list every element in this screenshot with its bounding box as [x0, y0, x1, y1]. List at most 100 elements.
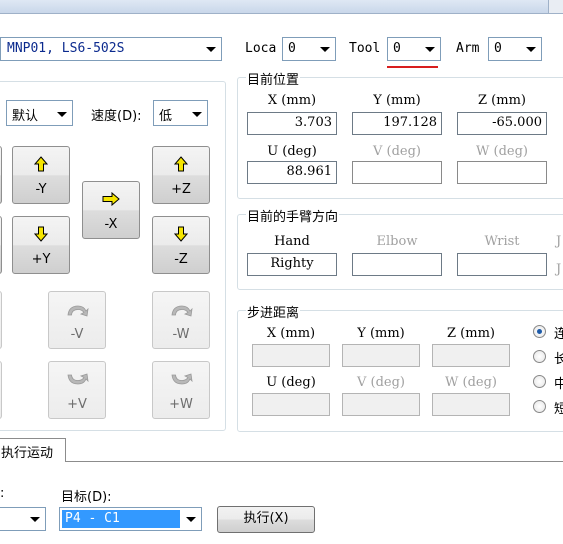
chevron-down-icon [57, 112, 67, 117]
step-u-input [252, 393, 330, 416]
robot-select-value: MNP01, LS6-502S [7, 41, 125, 56]
step-z-header: Z (mm) [447, 326, 495, 341]
arrow-up-icon [174, 156, 188, 172]
source-select[interactable] [0, 507, 46, 531]
arm-orientation-title: 目前的手臂方向 [246, 206, 340, 225]
cur-u-header: U (deg) [267, 144, 317, 159]
arm-select[interactable]: 0 [488, 37, 542, 61]
window-corner [548, 0, 563, 13]
execute-button[interactable]: 执行(X) [217, 506, 315, 533]
cur-y-header: Y (mm) [373, 93, 421, 108]
arm-label: Arm [456, 41, 480, 56]
arrow-down-icon [174, 226, 188, 242]
minus-w-label: -W [172, 327, 190, 342]
step-radio-medium-label: 中 [554, 377, 563, 392]
execute-button-label: 执行(X) [243, 511, 289, 526]
step-y-header: Y (mm) [357, 326, 405, 341]
cur-y-value: 197.128 [352, 112, 442, 135]
minus-v-label: -V [70, 327, 84, 342]
chevron-down-icon [206, 47, 216, 52]
minus-x-label: -X [104, 217, 118, 232]
cur-z-value: -65.000 [457, 112, 547, 135]
plus-z-label: +Z [171, 182, 191, 197]
minus-v-button: -V [48, 291, 106, 349]
source-label: : [0, 486, 5, 501]
local-select[interactable]: 0 [282, 37, 336, 61]
jog-button-partial[interactable] [0, 216, 2, 274]
speed-select[interactable]: 低 [153, 100, 208, 126]
step-radio-long-label: 长 [554, 352, 563, 367]
chevron-down-icon [526, 47, 536, 52]
plus-y-label: +Y [31, 252, 51, 267]
jog-mode-value: 默认 [12, 109, 39, 124]
step-radio-medium[interactable] [533, 375, 546, 388]
step-v-header: V (deg) [356, 375, 405, 390]
rotate-ccw-icon [67, 305, 89, 317]
wrist-header: Wrist [484, 234, 520, 249]
plus-y-button[interactable]: +Y [12, 216, 70, 274]
hand-header: Hand [274, 234, 310, 249]
arm-select-value: 0 [494, 41, 502, 56]
minus-z-button[interactable]: -Z [152, 216, 210, 274]
j-label-2: J [556, 262, 562, 277]
jog-mode-select[interactable]: 默认 [6, 100, 73, 126]
target-select[interactable]: P4 - C1 [59, 507, 202, 531]
plus-w-label: +W [169, 397, 193, 412]
arrow-up-icon [34, 156, 48, 172]
minus-x-button[interactable]: -X [82, 181, 140, 239]
step-v-input [342, 393, 420, 416]
plus-w-button: +W [152, 361, 210, 419]
cur-v-value [352, 161, 442, 184]
arrow-right-icon [102, 192, 120, 206]
tool-select[interactable]: 0 [387, 37, 441, 61]
minus-w-button: -W [152, 291, 210, 349]
minus-z-label: -Z [174, 252, 188, 267]
plus-x-button-partial[interactable] [0, 146, 2, 204]
step-radio-short-label: 短 [554, 402, 563, 417]
local-label: Loca [245, 41, 277, 56]
target-select-value: P4 - C1 [65, 511, 120, 526]
step-radio-continuous-label: 连 [554, 327, 563, 342]
minus-u-button-partial [0, 361, 2, 419]
rotate-cw-icon [171, 373, 193, 385]
step-z-input [432, 344, 510, 367]
step-radio-long[interactable] [533, 350, 546, 363]
local-select-value: 0 [288, 41, 296, 56]
step-radio-short[interactable] [533, 400, 546, 413]
minus-y-label: -Y [35, 182, 47, 197]
cur-x-header: X (mm) [267, 93, 317, 108]
cur-w-value [457, 161, 547, 184]
window-title-strip [0, 0, 563, 14]
step-x-header: X (mm) [266, 326, 316, 341]
arm-orientation-group [237, 214, 563, 290]
rotate-ccw-icon [171, 305, 193, 317]
step-u-header: U (deg) [266, 375, 316, 390]
current-position-title: 目前位置 [246, 69, 301, 88]
tab-execute-motion[interactable]: 执行运动 [0, 438, 66, 462]
cur-w-header: W (deg) [476, 144, 528, 159]
minus-y-button[interactable]: -Y [12, 146, 70, 204]
plus-v-label: +V [67, 397, 87, 412]
arrow-down-icon [34, 226, 48, 242]
target-label: 目标(D): [61, 490, 112, 505]
step-x-input [252, 344, 330, 367]
chevron-down-icon [425, 47, 435, 52]
chevron-down-icon [192, 112, 202, 117]
hand-value: Righty [247, 253, 337, 276]
chevron-down-icon [30, 517, 40, 522]
chevron-down-icon [186, 517, 196, 522]
elbow-value [352, 253, 442, 276]
plus-v-button: +V [48, 361, 106, 419]
cur-z-header: Z (mm) [478, 93, 526, 108]
robot-select[interactable]: MNP01, LS6-502S [0, 37, 222, 61]
tool-label: Tool [349, 41, 381, 56]
step-radio-continuous[interactable] [533, 325, 546, 338]
rotate-cw-icon [67, 373, 89, 385]
speed-value: 低 [159, 109, 173, 124]
j-label-1: J [556, 234, 562, 249]
step-w-input [432, 393, 510, 416]
speed-label: 速度(D): [91, 109, 142, 124]
cur-x-value: 3.703 [247, 112, 337, 135]
chevron-down-icon [320, 47, 330, 52]
plus-z-button[interactable]: +Z [152, 146, 210, 204]
